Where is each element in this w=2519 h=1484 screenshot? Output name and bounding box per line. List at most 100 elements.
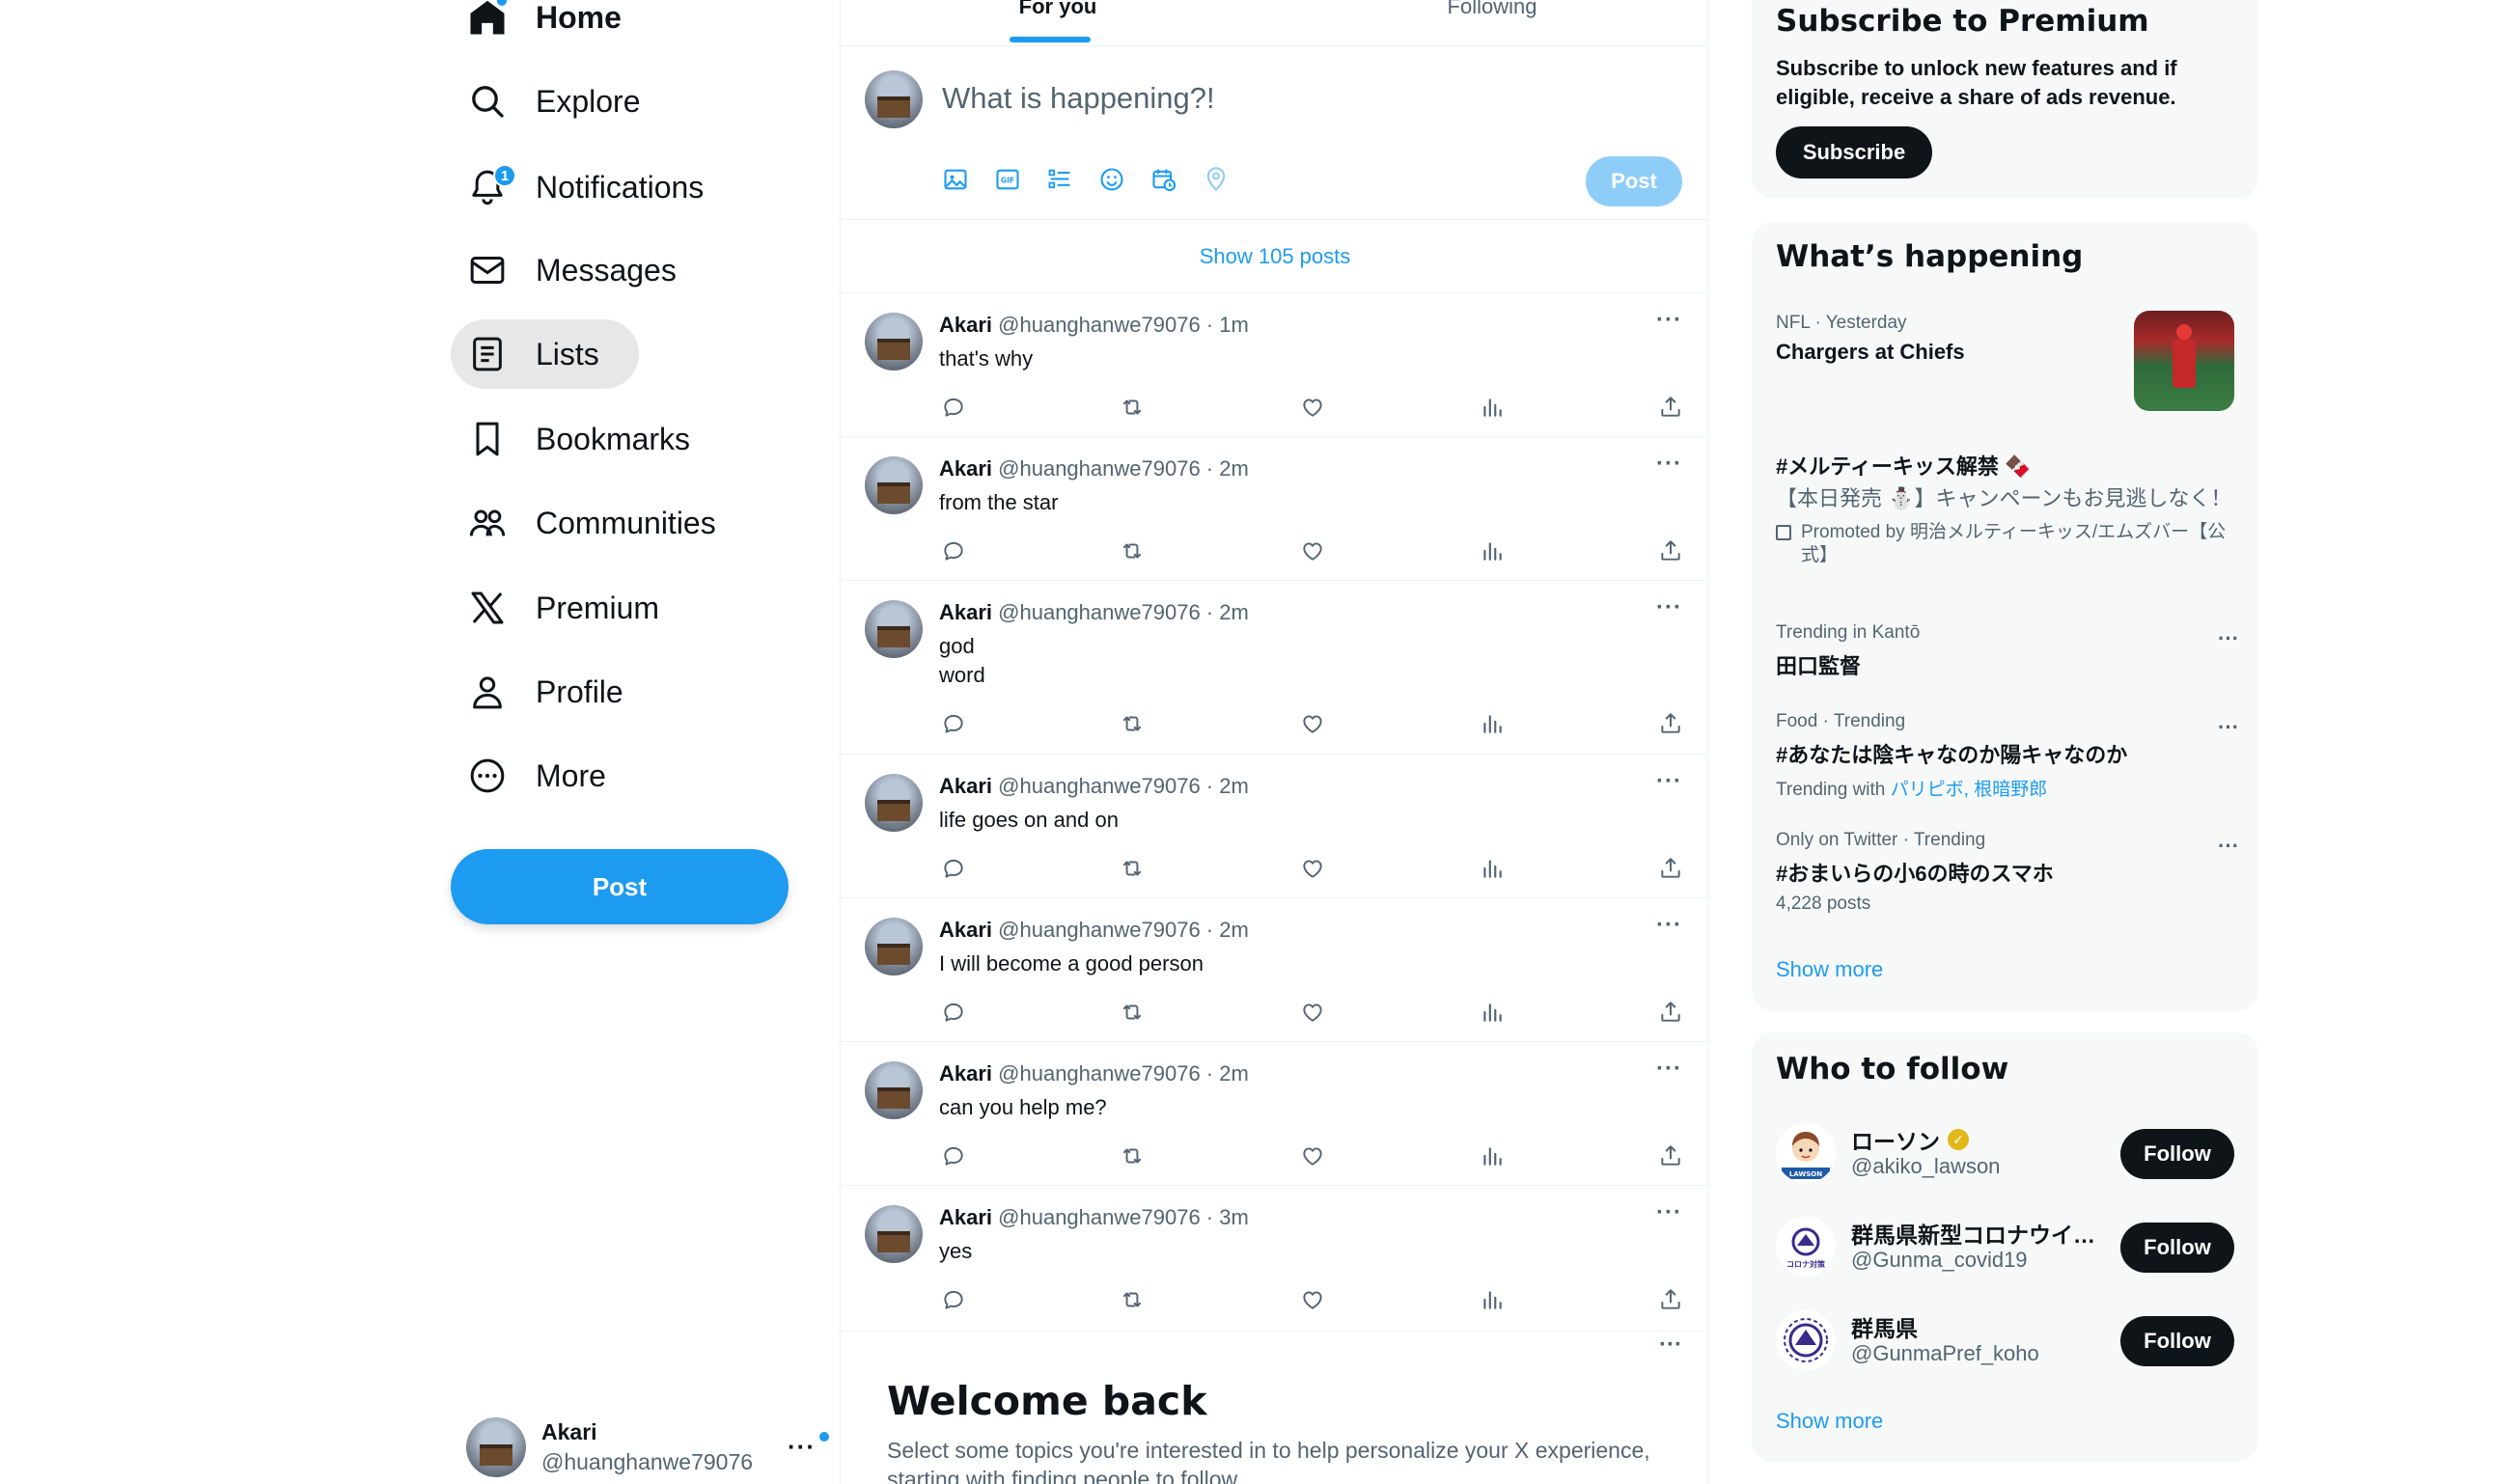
tweet-handle-time[interactable]: @huanghanwe79076 · 2m	[992, 918, 1249, 942]
nav-item-explore[interactable]: Explore	[451, 67, 668, 136]
like-icon[interactable]	[1298, 854, 1327, 883]
tweet-author-name[interactable]: Akari	[939, 1061, 992, 1086]
trend-item[interactable]: Trending in Kantō 田口監督 ···	[1776, 622, 2239, 680]
share-icon[interactable]	[1656, 536, 1685, 565]
like-icon[interactable]	[1298, 393, 1327, 422]
compose-input[interactable]: What is happening?!	[942, 81, 1215, 116]
share-icon[interactable]	[1656, 1285, 1685, 1314]
reply-icon[interactable]	[939, 1285, 968, 1314]
follow-button[interactable]: Follow	[2120, 1223, 2234, 1273]
share-icon[interactable]	[1656, 1141, 1685, 1170]
like-icon[interactable]	[1298, 709, 1327, 738]
nav-item-premium[interactable]: Premium	[451, 573, 686, 643]
tweet-handle-time[interactable]: @huanghanwe79076 · 1m	[992, 313, 1249, 337]
promoted-trend-item[interactable]: #メルティーキッス解禁 🍫 【本日発売 ⛄】キャンペーンもお見逃しなく！ Pro…	[1776, 444, 2239, 567]
share-icon[interactable]	[1656, 393, 1685, 422]
tweet-author-name[interactable]: Akari	[939, 918, 992, 942]
repost-icon[interactable]	[1118, 1285, 1147, 1314]
repost-icon[interactable]	[1118, 536, 1147, 565]
avatar[interactable]	[865, 918, 923, 976]
trend-related-links[interactable]: パリピボ, 根暗野郎	[1891, 780, 2048, 800]
nav-item-home[interactable]: Home	[451, 0, 649, 52]
reply-icon[interactable]	[939, 709, 968, 738]
show-new-posts-button[interactable]: Show 105 posts	[841, 220, 1709, 293]
image-icon[interactable]	[942, 166, 969, 193]
more-horizontal-icon[interactable]: ···	[1656, 594, 1682, 621]
trend-item[interactable]: Only on Twitter · Trending #おまいらの小6の時のスマ…	[1776, 830, 2239, 915]
nav-item-messages[interactable]: Messages	[451, 235, 704, 305]
tweet[interactable]: Akari @huanghanwe79076 · 3m ··· yes	[841, 1186, 1709, 1332]
avatar[interactable]	[865, 313, 923, 371]
avatar[interactable]	[865, 456, 923, 514]
tweet-author-name[interactable]: Akari	[939, 456, 992, 481]
views-icon[interactable]	[1478, 709, 1507, 738]
nav-item-more[interactable]: More	[451, 741, 633, 811]
nav-item-lists[interactable]: Lists	[451, 319, 639, 389]
tweet-author-name[interactable]: Akari	[939, 313, 992, 337]
share-icon[interactable]	[1656, 998, 1685, 1027]
tweet[interactable]: Akari @huanghanwe79076 · 2m ··· life goes …	[841, 755, 1709, 898]
tweet[interactable]: Akari @huanghanwe79076 · 2m ··· god word	[841, 581, 1709, 755]
who-to-follow-show-more-link[interactable]: Show more	[1776, 1409, 1883, 1434]
views-icon[interactable]	[1478, 1285, 1507, 1314]
views-icon[interactable]	[1478, 854, 1507, 883]
follow-button[interactable]: Follow	[2120, 1129, 2234, 1179]
more-horizontal-icon[interactable]: ···	[2218, 834, 2239, 859]
tweet[interactable]: Akari @huanghanwe79076 · 2m ··· I will bec…	[841, 898, 1709, 1042]
trends-show-more-link[interactable]: Show more	[1776, 957, 1883, 982]
share-icon[interactable]	[1656, 854, 1685, 883]
emoji-icon[interactable]	[1098, 166, 1125, 193]
share-icon[interactable]	[1656, 709, 1685, 738]
location-icon[interactable]	[1203, 166, 1230, 193]
trend-item[interactable]: Food · Trending #あなたは陰キャなのか陽キャなのか Trendi…	[1776, 711, 2239, 801]
views-icon[interactable]	[1478, 1141, 1507, 1170]
repost-icon[interactable]	[1118, 1141, 1147, 1170]
tweet-author-name[interactable]: Akari	[939, 1205, 992, 1229]
repost-icon[interactable]	[1118, 393, 1147, 422]
like-icon[interactable]	[1298, 536, 1327, 565]
nav-item-communities[interactable]: Communities	[451, 488, 743, 558]
tweet-handle-time[interactable]: @huanghanwe79076 · 3m	[992, 1205, 1249, 1229]
avatar[interactable]	[865, 774, 923, 832]
tweet[interactable]: Akari @huanghanwe79076 · 2m ··· from the s…	[841, 437, 1709, 581]
account-switcher[interactable]: Akari @huanghanwe79076 ···	[466, 1411, 829, 1484]
like-icon[interactable]	[1298, 1141, 1327, 1170]
nav-item-notifications[interactable]: 1 Notifications	[451, 152, 731, 222]
tweet[interactable]: Akari @huanghanwe79076 · 2m ··· can you he…	[841, 1042, 1709, 1186]
views-icon[interactable]	[1478, 998, 1507, 1027]
tweet-author-name[interactable]: Akari	[939, 774, 992, 798]
tweet[interactable]: Akari @huanghanwe79076 · 1m ··· that's why	[841, 293, 1709, 437]
more-horizontal-icon[interactable]: ···	[2218, 626, 2239, 651]
tweet-handle-time[interactable]: @huanghanwe79076 · 2m	[992, 456, 1249, 481]
reply-icon[interactable]	[939, 1141, 968, 1170]
more-horizontal-icon[interactable]: ···	[2218, 715, 2239, 740]
more-horizontal-icon[interactable]: ···	[1656, 451, 1682, 478]
more-horizontal-icon[interactable]: ···	[788, 1432, 816, 1462]
like-icon[interactable]	[1298, 998, 1327, 1027]
reply-icon[interactable]	[939, 854, 968, 883]
tab-following[interactable]: Following	[1275, 0, 1709, 46]
follow-suggestion[interactable]: LAWSON ローソン ✓ @akiko_lawson Follow	[1776, 1119, 2234, 1187]
more-horizontal-icon[interactable]: ···	[1656, 768, 1682, 795]
reply-icon[interactable]	[939, 393, 968, 422]
poll-icon[interactable]	[1046, 166, 1073, 193]
schedule-icon[interactable]	[1150, 166, 1177, 193]
trend-item[interactable]: NFL · Yesterday Chargers at Chiefs	[1776, 313, 2094, 365]
reply-icon[interactable]	[939, 998, 968, 1027]
repost-icon[interactable]	[1118, 998, 1147, 1027]
subscribe-button[interactable]: Subscribe	[1776, 126, 1932, 179]
tweet-author-name[interactable]: Akari	[939, 600, 992, 624]
follow-suggestion[interactable]: コロナ対策 群馬県新型コロナウイ… @Gunma_covid19 Follow	[1776, 1213, 2234, 1280]
gif-icon[interactable]: GIF	[994, 166, 1021, 193]
avatar[interactable]	[865, 600, 923, 658]
avatar[interactable]	[865, 1061, 923, 1119]
post-button[interactable]: Post	[451, 849, 789, 924]
tweet-handle-time[interactable]: @huanghanwe79076 · 2m	[992, 600, 1249, 624]
more-horizontal-icon[interactable]: ···	[1656, 307, 1682, 334]
tweet-handle-time[interactable]: @huanghanwe79076 · 2m	[992, 1061, 1249, 1086]
nav-item-profile[interactable]: Profile	[451, 657, 651, 727]
views-icon[interactable]	[1478, 536, 1507, 565]
more-horizontal-icon[interactable]: ···	[1656, 1056, 1682, 1083]
reply-icon[interactable]	[939, 536, 968, 565]
more-horizontal-icon[interactable]: ···	[1656, 1199, 1682, 1226]
